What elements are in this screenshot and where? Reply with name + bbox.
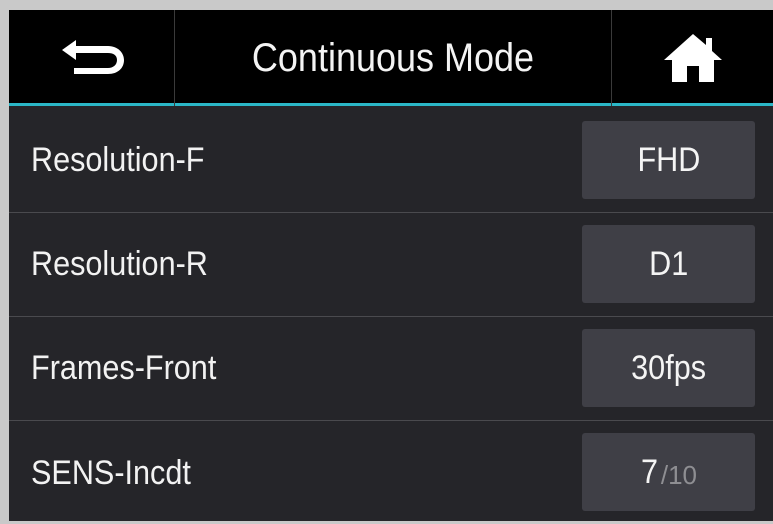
setting-row-resolution-r: Resolution-R D1 — [9, 213, 773, 317]
setting-value: 7 — [640, 452, 658, 491]
resolution-f-value-button[interactable]: FHD — [582, 121, 755, 199]
setting-label: Resolution-F — [31, 141, 205, 179]
back-button[interactable] — [9, 10, 175, 106]
setting-label: Frames-Front — [31, 349, 217, 387]
resolution-r-value-button[interactable]: D1 — [582, 225, 755, 303]
home-icon — [663, 34, 722, 82]
setting-value-max: /10 — [660, 460, 698, 490]
setting-value: D1 — [648, 244, 689, 283]
setting-row-resolution-f: Resolution-F FHD — [9, 109, 773, 213]
device-frame: Continuous Mode Resolution-F FHD Resolut… — [0, 0, 773, 524]
screen: Continuous Mode Resolution-F FHD Resolut… — [9, 10, 773, 521]
page-title: Continuous Mode — [251, 35, 535, 80]
header-bar: Continuous Mode — [9, 10, 773, 106]
sens-incdt-value-button[interactable]: 7 /10 — [582, 433, 755, 511]
setting-label: Resolution-R — [31, 245, 208, 283]
frames-front-value-button[interactable]: 30fps — [582, 329, 755, 407]
home-button[interactable] — [611, 10, 773, 106]
setting-value: FHD — [637, 140, 700, 179]
setting-row-frames-front: Frames-Front 30fps — [9, 317, 773, 421]
setting-label: SENS-Incdt — [31, 453, 191, 492]
setting-row-sens-incdt: SENS-Incdt 7 /10 — [9, 421, 773, 521]
back-arrow-icon — [61, 40, 124, 74]
setting-value: 30fps — [631, 348, 706, 387]
